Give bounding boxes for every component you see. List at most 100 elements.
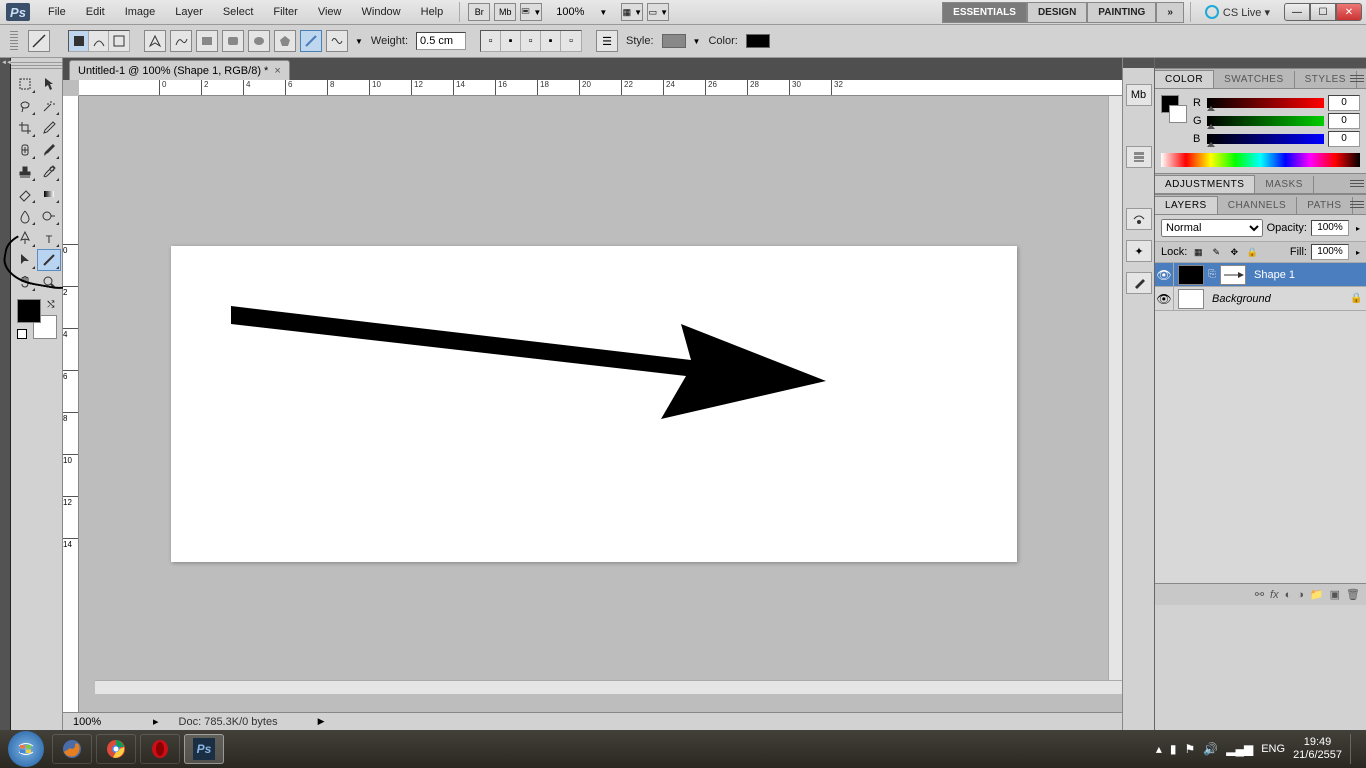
r-slider[interactable] <box>1207 98 1324 108</box>
menu-image[interactable]: Image <box>115 2 166 22</box>
g-slider[interactable] <box>1207 116 1324 126</box>
tray-network-icon[interactable]: ▂▄▆ <box>1226 742 1253 756</box>
dodge-tool[interactable] <box>37 205 61 227</box>
taskbar-chrome[interactable] <box>96 734 136 764</box>
minibridge-panel-icon[interactable]: Mb <box>1126 84 1152 106</box>
healing-tool[interactable] <box>13 139 37 161</box>
mask-icon[interactable]: ◐ <box>1285 589 1292 601</box>
paths-icon[interactable] <box>89 31 109 51</box>
tab-styles[interactable]: STYLES <box>1295 71 1357 88</box>
blur-tool[interactable] <box>13 205 37 227</box>
eyedropper-tool[interactable] <box>37 117 61 139</box>
panels-collapse[interactable] <box>1155 58 1366 68</box>
window-minimize[interactable]: — <box>1284 3 1310 21</box>
vertical-ruler[interactable]: 02468101214 <box>63 96 79 712</box>
panel-menu-icon[interactable] <box>1350 177 1364 189</box>
char-panel-icon[interactable] <box>1126 208 1152 230</box>
link-layers-icon[interactable]: ⚯ <box>1255 588 1264 601</box>
g-value[interactable]: 0 <box>1328 113 1360 129</box>
minibridge-icon[interactable]: Mb <box>494 3 516 21</box>
b-slider[interactable] <box>1207 134 1324 144</box>
b-value[interactable]: 0 <box>1328 131 1360 147</box>
custom-shape-icon[interactable] <box>326 30 348 52</box>
lock-pixels-icon[interactable]: ✎ <box>1209 245 1223 259</box>
gradient-tool[interactable] <box>37 183 61 205</box>
menu-filter[interactable]: Filter <box>263 2 307 22</box>
layer-mask-thumb[interactable] <box>1220 265 1246 285</box>
tab-swatches[interactable]: SWATCHES <box>1214 71 1295 88</box>
lasso-tool[interactable] <box>13 95 37 117</box>
fill-value[interactable]: 100% <box>1311 244 1349 260</box>
color-swatches[interactable]: ⤭ <box>17 299 57 339</box>
status-zoom[interactable]: 100% <box>73 716 133 728</box>
brush-tool[interactable] <box>37 139 61 161</box>
window-maximize[interactable]: ☐ <box>1310 3 1336 21</box>
freeform-pen-icon[interactable] <box>170 30 192 52</box>
pen-tool[interactable] <box>13 227 37 249</box>
workspace-painting[interactable]: PAINTING <box>1087 2 1156 23</box>
panel-menu-icon[interactable] <box>1350 72 1364 84</box>
close-tab-icon[interactable]: × <box>274 65 280 77</box>
pen-icon[interactable] <box>144 30 166 52</box>
delete-layer-icon[interactable]: 🗑 <box>1346 588 1360 601</box>
line-tool-preset-icon[interactable] <box>28 30 50 52</box>
status-arrow-icon[interactable]: ▶ <box>318 716 325 727</box>
screen-mode2-icon[interactable]: ▭▼ <box>647 3 669 21</box>
bridge-icon[interactable]: Br <box>468 3 490 21</box>
wand-tool[interactable] <box>37 95 61 117</box>
screen-mode-icon[interactable]: ▼ <box>520 3 542 21</box>
layer-thumb[interactable] <box>1178 265 1204 285</box>
new-layer-icon[interactable]: ▣ <box>1330 588 1340 601</box>
zoom-level[interactable]: 100%▼ <box>550 4 613 20</box>
blend-mode-select[interactable]: Normal <box>1161 219 1263 237</box>
rectangle-icon[interactable] <box>196 30 218 52</box>
intersect-mode-icon[interactable]: ▪ <box>541 31 561 51</box>
menu-help[interactable]: Help <box>411 2 454 22</box>
document-tab[interactable]: Untitled-1 @ 100% (Shape 1, RGB/8) * × <box>69 60 290 80</box>
new-layer-mode-icon[interactable]: ▫ <box>481 31 501 51</box>
line-icon[interactable] <box>300 30 322 52</box>
cslive-button[interactable]: CS Live ▾ <box>1197 5 1278 19</box>
workspace-more[interactable]: » <box>1156 2 1184 23</box>
stamp-tool[interactable] <box>13 161 37 183</box>
history-brush-tool[interactable] <box>37 161 61 183</box>
visibility-icon[interactable]: 👁 <box>1155 268 1173 282</box>
style-swatch[interactable] <box>662 34 686 48</box>
dock-expand[interactable] <box>1123 58 1154 68</box>
status-menu-icon[interactable]: ▸ <box>153 715 159 728</box>
grip-handle[interactable] <box>10 31 18 51</box>
tab-color[interactable]: COLOR <box>1155 70 1214 88</box>
opacity-value[interactable]: 100% <box>1311 220 1349 236</box>
exclude-mode-icon[interactable]: ▫ <box>561 31 581 51</box>
move-tool[interactable] <box>37 73 61 95</box>
add-mode-icon[interactable]: ▪ <box>501 31 521 51</box>
menu-file[interactable]: File <box>38 2 76 22</box>
swap-colors-icon[interactable]: ⤭ <box>47 299 54 310</box>
zoom-tool[interactable] <box>37 271 61 293</box>
polygon-icon[interactable] <box>274 30 296 52</box>
tab-adjustments[interactable]: ADJUSTMENTS <box>1155 175 1255 193</box>
tray-up-icon[interactable]: ▴ <box>1156 742 1162 756</box>
visibility-icon[interactable]: 👁 <box>1155 292 1173 306</box>
layer-thumb[interactable] <box>1178 289 1204 309</box>
lock-transparent-icon[interactable]: ▦ <box>1191 245 1205 259</box>
tab-masks[interactable]: MASKS <box>1255 176 1314 193</box>
marquee-tool[interactable] <box>13 73 37 95</box>
default-colors-icon[interactable] <box>17 329 27 339</box>
tray-lang[interactable]: ENG <box>1261 743 1285 755</box>
tray-clock[interactable]: 19:49 21/6/2557 <box>1293 736 1342 762</box>
lock-all-icon[interactable]: 🔒 <box>1245 245 1259 259</box>
shape-arrow[interactable] <box>231 304 831 444</box>
layer-name[interactable]: Background <box>1208 293 1350 305</box>
workspace-design[interactable]: DESIGN <box>1027 2 1087 23</box>
foreground-color[interactable] <box>17 299 41 323</box>
taskbar-photoshop[interactable]: Ps <box>184 734 224 764</box>
crop-tool[interactable] <box>13 117 37 139</box>
start-button[interactable] <box>8 731 44 767</box>
eraser-tool[interactable] <box>13 183 37 205</box>
canvas-viewport[interactable] <box>79 96 1122 712</box>
menu-window[interactable]: Window <box>352 2 411 22</box>
path-select-tool[interactable] <box>13 249 37 271</box>
taskbar-opera[interactable] <box>140 734 180 764</box>
layer-row[interactable]: 👁 Background 🔒 <box>1155 287 1366 311</box>
